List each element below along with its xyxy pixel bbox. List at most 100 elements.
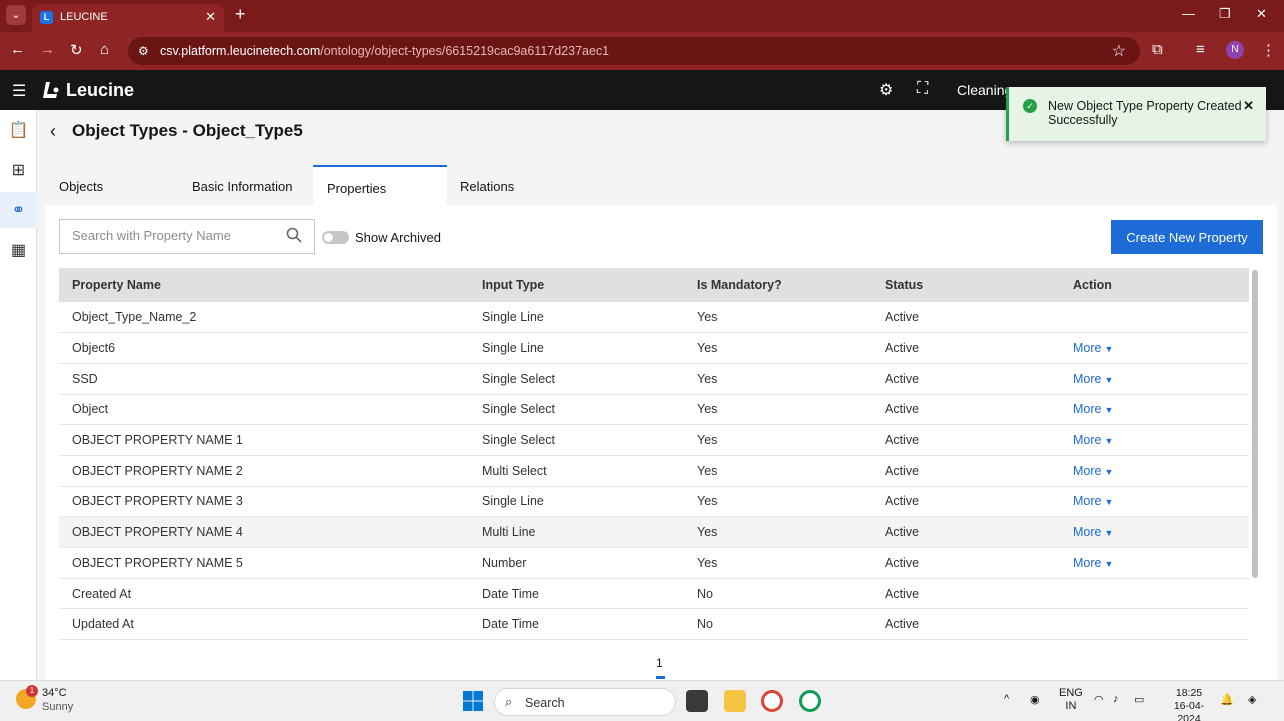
table-row[interactable]: Created At Date Time No Active: [59, 578, 1249, 610]
caret-down-icon: ▼: [1104, 528, 1114, 539]
notification-bell-icon[interactable]: 🔔: [1220, 693, 1234, 706]
cell-status: Active: [872, 578, 1060, 610]
column-header-mandatory[interactable]: Is Mandatory?: [684, 268, 872, 302]
cell-action: More ▼: [1060, 363, 1249, 395]
cell-status: Active: [872, 332, 1060, 364]
maximize-icon[interactable]: ❐: [1219, 6, 1231, 22]
more-label: More: [1073, 341, 1102, 356]
table-row[interactable]: OBJECT PROPERTY NAME 2 Multi Select Yes Act…: [59, 455, 1249, 487]
show-archived-toggle[interactable]: [322, 231, 349, 244]
wifi-icon[interactable]: ◠: [1094, 693, 1104, 706]
browser-menu-icon[interactable]: ⋮: [1261, 41, 1276, 59]
cell-action: [1060, 608, 1249, 641]
column-header-status[interactable]: Status: [872, 268, 1060, 302]
table-row[interactable]: OBJECT PROPERTY NAME 3 Single Line Yes Acti…: [59, 486, 1249, 518]
bookmark-star-icon[interactable]: ☆: [1112, 41, 1126, 61]
table-row[interactable]: Object Single Select Yes Active More ▼: [59, 394, 1249, 426]
url-field[interactable]: ⚙ csv.platform.leucinetech.com/ontology/…: [128, 37, 1140, 65]
media-control-icon[interactable]: ≡: [1196, 41, 1205, 58]
tab-objects[interactable]: Objects: [45, 165, 178, 205]
cell-input-type: Single Select: [469, 363, 684, 395]
more-actions-button[interactable]: More ▼: [1073, 402, 1113, 416]
cell-action: More ▼: [1060, 486, 1249, 518]
weather-temperature[interactable]: 34°C: [42, 687, 67, 699]
minimize-icon[interactable]: —: [1182, 6, 1195, 21]
tab-search-chevron-icon[interactable]: ⌄: [6, 5, 26, 25]
toast-close-icon[interactable]: ✕: [1243, 98, 1254, 114]
table-scrollbar[interactable]: [1252, 270, 1258, 578]
more-label: More: [1073, 402, 1102, 417]
browser-tab[interactable]: L LEUCINE ✕: [32, 4, 224, 32]
battery-icon[interactable]: ▭: [1134, 693, 1144, 706]
tab-basic-information[interactable]: Basic Information: [178, 165, 313, 205]
table-row[interactable]: Updated At Date Time No Active: [59, 608, 1249, 641]
windows-taskbar: 1 34°C Sunny ⌕ Search ^ ◉ ENG IN ◠ ♪ ▭ 18…: [0, 680, 1284, 721]
settings-gear-icon[interactable]: ⚙: [879, 80, 893, 100]
ontology-icon[interactable]: ⚭: [0, 192, 37, 228]
back-arrow-icon[interactable]: ←: [10, 41, 25, 58]
windows-start-icon[interactable]: [463, 691, 483, 711]
more-actions-button[interactable]: More ▼: [1073, 464, 1113, 478]
leucine-favicon-icon: L: [40, 11, 53, 24]
caret-down-icon: ▼: [1104, 558, 1114, 569]
pagination-current-page[interactable]: 1: [656, 656, 663, 670]
file-explorer-icon[interactable]: [724, 690, 746, 712]
more-actions-button[interactable]: More ▼: [1073, 525, 1113, 539]
hamburger-menu-icon[interactable]: ☰: [12, 81, 26, 101]
caret-down-icon: ▼: [1104, 497, 1114, 508]
back-chevron-icon[interactable]: ‹: [50, 121, 56, 142]
create-new-property-button[interactable]: Create New Property: [1111, 220, 1263, 254]
forward-arrow-icon[interactable]: →: [40, 41, 55, 58]
column-header-input-type[interactable]: Input Type: [469, 268, 684, 302]
more-actions-button[interactable]: More ▼: [1073, 494, 1113, 508]
home-icon[interactable]: ⌂: [100, 41, 109, 58]
table-row[interactable]: OBJECT PROPERTY NAME 4 Multi Line Yes Activ…: [59, 516, 1249, 548]
table-row[interactable]: SSD Single Select Yes Active More ▼: [59, 363, 1249, 395]
tab-close-icon[interactable]: ✕: [205, 9, 216, 25]
system-clock[interactable]: 18:25 16-04-2024: [1164, 687, 1214, 721]
search-input[interactable]: [72, 228, 272, 243]
more-actions-button[interactable]: More ▼: [1073, 372, 1113, 386]
table-row[interactable]: Object_Type_Name_2 Single Line Yes Active: [59, 302, 1249, 334]
search-icon[interactable]: [286, 227, 302, 243]
volume-icon[interactable]: ♪: [1113, 693, 1119, 705]
tray-overflow-chevron-icon[interactable]: ^: [1004, 693, 1009, 705]
table-row[interactable]: OBJECT PROPERTY NAME 5 Number Yes Active Mor…: [59, 547, 1249, 579]
facility-selector[interactable]: Cleaning: [957, 82, 1012, 98]
cell-property-name: OBJECT PROPERTY NAME 2: [59, 455, 469, 487]
task-view-icon[interactable]: [686, 690, 708, 712]
site-info-icon[interactable]: ⚙: [138, 44, 149, 58]
reload-icon[interactable]: ↻: [70, 41, 83, 59]
table-row[interactable]: OBJECT PROPERTY NAME 1 Single Select Yes Ac…: [59, 424, 1249, 456]
reports-icon[interactable]: ▦: [0, 232, 37, 268]
scan-icon[interactable]: ⛶: [917, 80, 928, 98]
taskbar-search-box[interactable]: ⌕ Search: [494, 688, 676, 716]
cell-mandatory: Yes: [684, 455, 872, 487]
weather-description[interactable]: Sunny: [42, 701, 73, 713]
column-header-property-name[interactable]: Property Name: [59, 268, 469, 302]
more-actions-button[interactable]: More ▼: [1073, 556, 1113, 570]
profile-avatar[interactable]: N: [1226, 41, 1244, 59]
chrome-icon[interactable]: [761, 690, 783, 712]
search-box: [59, 219, 315, 254]
browser-tab-title: LEUCINE: [60, 11, 108, 23]
language-indicator[interactable]: ENG IN: [1059, 687, 1083, 713]
tab-relations[interactable]: Relations: [446, 165, 556, 205]
taskbar-search-icon: ⌕: [505, 694, 513, 709]
table-row[interactable]: Object6 Single Line Yes Active More ▼: [59, 332, 1249, 364]
cell-property-name: OBJECT PROPERTY NAME 4: [59, 516, 469, 548]
extensions-icon[interactable]: ⧉: [1152, 41, 1163, 58]
tab-properties[interactable]: Properties: [313, 165, 447, 205]
checklist-icon[interactable]: 📋: [0, 112, 37, 148]
workflow-icon[interactable]: ⊞: [0, 152, 37, 188]
copilot-icon[interactable]: ◈: [1248, 693, 1256, 706]
more-actions-button[interactable]: More ▼: [1073, 341, 1113, 355]
properties-panel: Show Archived Create New Property Proper…: [45, 205, 1277, 680]
tray-app-icon[interactable]: ◉: [1030, 693, 1040, 706]
cell-property-name: SSD: [59, 363, 469, 395]
caret-down-icon: ▼: [1104, 405, 1114, 416]
more-actions-button[interactable]: More ▼: [1073, 433, 1113, 447]
new-tab-icon[interactable]: +: [235, 4, 246, 25]
window-close-icon[interactable]: ✕: [1256, 6, 1267, 22]
chrome-profile-icon[interactable]: [799, 690, 821, 712]
